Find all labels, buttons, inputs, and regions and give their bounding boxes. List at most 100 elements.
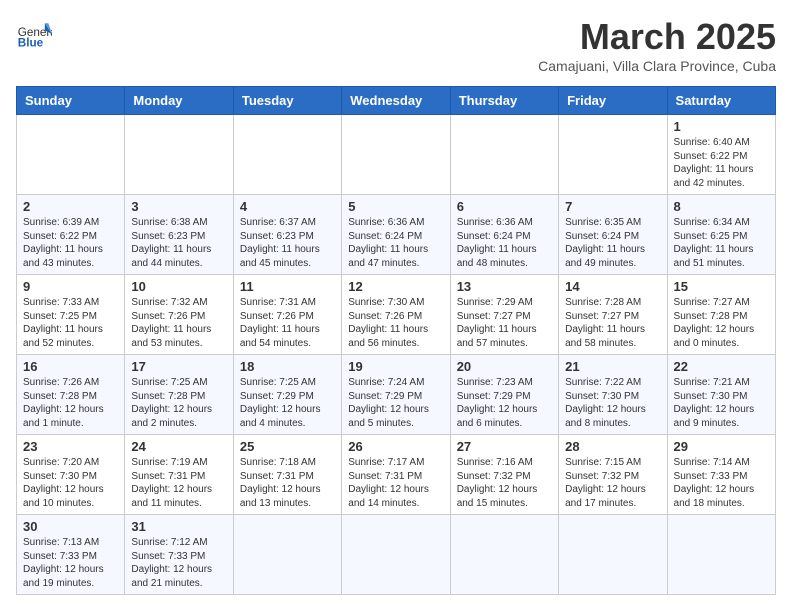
calendar-week-5: 23Sunrise: 7:20 AM Sunset: 7:30 PM Dayli…: [17, 435, 776, 515]
day-info: Sunrise: 6:38 AM Sunset: 6:23 PM Dayligh…: [131, 216, 226, 270]
day-info: Sunrise: 7:27 AM Sunset: 7:28 PM Dayligh…: [674, 296, 769, 350]
day-info: Sunrise: 7:21 AM Sunset: 7:30 PM Dayligh…: [674, 376, 769, 430]
day-info: Sunrise: 7:23 AM Sunset: 7:29 PM Dayligh…: [457, 376, 552, 430]
calendar-week-3: 9Sunrise: 7:33 AM Sunset: 7:25 PM Daylig…: [17, 275, 776, 355]
calendar-cell: 19 Sunrise: 7:24 AM Sunset: 7:29 PM Dayli…: [342, 355, 450, 435]
calendar-cell: 15Sunrise: 7:27 AM Sunset: 7:28 PM Dayli…: [667, 275, 775, 355]
calendar-cell: 28 Sunrise: 7:15 AM Sunset: 7:32 PM Dayli…: [559, 435, 667, 515]
day-number: 22: [674, 359, 769, 374]
calendar-cell: 17 Sunrise: 7:25 AM Sunset: 7:28 PM Dayli…: [125, 355, 233, 435]
title-area: March 2025 Camajuani, Villa Clara Provin…: [538, 16, 776, 74]
logo-icon: General Blue: [16, 16, 52, 52]
day-info: Sunrise: 7:18 AM Sunset: 7:31 PM Dayligh…: [240, 456, 335, 510]
day-number: 30: [23, 519, 118, 534]
day-number: 13: [457, 279, 552, 294]
calendar-cell: 9Sunrise: 7:33 AM Sunset: 7:25 PM Daylig…: [17, 275, 125, 355]
day-info: Sunrise: 7:14 AM Sunset: 7:33 PM Dayligh…: [674, 456, 769, 510]
day-number: 3: [131, 199, 226, 214]
day-info: Sunrise: 7:20 AM Sunset: 7:30 PM Dayligh…: [23, 456, 118, 510]
header: General Blue March 2025 Camajuani, Villa…: [16, 16, 776, 74]
day-info: Sunrise: 6:34 AM Sunset: 6:25 PM Dayligh…: [674, 216, 769, 270]
day-info: Sunrise: 7:28 AM Sunset: 7:27 PM Dayligh…: [565, 296, 660, 350]
day-number: 18: [240, 359, 335, 374]
calendar-cell: 25 Sunrise: 7:18 AM Sunset: 7:31 PM Dayli…: [233, 435, 341, 515]
day-number: 9: [23, 279, 118, 294]
day-info: Sunrise: 7:19 AM Sunset: 7:31 PM Dayligh…: [131, 456, 226, 510]
day-number: 25: [240, 439, 335, 454]
calendar-cell: 29Sunrise: 7:14 AM Sunset: 7:33 PM Dayli…: [667, 435, 775, 515]
calendar-cell: [17, 115, 125, 195]
day-info: Sunrise: 7:29 AM Sunset: 7:27 PM Dayligh…: [457, 296, 552, 350]
col-tuesday: Tuesday: [233, 87, 341, 115]
calendar-header-row: Sunday Monday Tuesday Wednesday Thursday…: [17, 87, 776, 115]
day-info: Sunrise: 7:24 AM Sunset: 7:29 PM Dayligh…: [348, 376, 443, 430]
calendar-cell: 27 Sunrise: 7:16 AM Sunset: 7:32 PM Dayli…: [450, 435, 558, 515]
day-info: Sunrise: 6:35 AM Sunset: 6:24 PM Dayligh…: [565, 216, 660, 270]
calendar-cell: [559, 515, 667, 595]
day-number: 31: [131, 519, 226, 534]
col-sunday: Sunday: [17, 87, 125, 115]
calendar-week-2: 2Sunrise: 6:39 AM Sunset: 6:22 PM Daylig…: [17, 195, 776, 275]
day-info: Sunrise: 7:25 AM Sunset: 7:28 PM Dayligh…: [131, 376, 226, 430]
calendar-week-4: 16 Sunrise: 7:26 AM Sunset: 7:28 PM Dayli…: [17, 355, 776, 435]
day-number: 28: [565, 439, 660, 454]
calendar-cell: 3 Sunrise: 6:38 AM Sunset: 6:23 PM Daylig…: [125, 195, 233, 275]
day-number: 7: [565, 199, 660, 214]
calendar-cell: [125, 115, 233, 195]
day-info: Sunrise: 7:16 AM Sunset: 7:32 PM Dayligh…: [457, 456, 552, 510]
calendar-cell: 13 Sunrise: 7:29 AM Sunset: 7:27 PM Dayli…: [450, 275, 558, 355]
day-info: Sunrise: 7:12 AM Sunset: 7:33 PM Dayligh…: [131, 536, 226, 590]
day-number: 12: [348, 279, 443, 294]
calendar-cell: [667, 515, 775, 595]
calendar-table: Sunday Monday Tuesday Wednesday Thursday…: [16, 86, 776, 595]
col-saturday: Saturday: [667, 87, 775, 115]
day-number: 26: [348, 439, 443, 454]
day-number: 27: [457, 439, 552, 454]
calendar-cell: 22 Sunrise: 7:21 AM Sunset: 7:30 PM Dayli…: [667, 355, 775, 435]
day-number: 10: [131, 279, 226, 294]
day-number: 16: [23, 359, 118, 374]
day-number: 14: [565, 279, 660, 294]
calendar-cell: 23Sunrise: 7:20 AM Sunset: 7:30 PM Dayli…: [17, 435, 125, 515]
day-number: 24: [131, 439, 226, 454]
calendar-cell: [342, 115, 450, 195]
day-number: 20: [457, 359, 552, 374]
day-info: Sunrise: 6:37 AM Sunset: 6:23 PM Dayligh…: [240, 216, 335, 270]
calendar-cell: 10 Sunrise: 7:32 AM Sunset: 7:26 PM Dayli…: [125, 275, 233, 355]
day-info: Sunrise: 6:40 AM Sunset: 6:22 PM Dayligh…: [674, 136, 769, 190]
calendar-cell: 20 Sunrise: 7:23 AM Sunset: 7:29 PM Dayli…: [450, 355, 558, 435]
day-number: 17: [131, 359, 226, 374]
day-info: Sunrise: 7:15 AM Sunset: 7:32 PM Dayligh…: [565, 456, 660, 510]
day-number: 8: [674, 199, 769, 214]
calendar-week-1: 1Sunrise: 6:40 AM Sunset: 6:22 PM Daylig…: [17, 115, 776, 195]
logo: General Blue: [16, 16, 52, 52]
calendar-cell: 11 Sunrise: 7:31 AM Sunset: 7:26 PM Dayli…: [233, 275, 341, 355]
calendar-cell: 4Sunrise: 6:37 AM Sunset: 6:23 PM Daylig…: [233, 195, 341, 275]
calendar-cell: 18Sunrise: 7:25 AM Sunset: 7:29 PM Dayli…: [233, 355, 341, 435]
col-friday: Friday: [559, 87, 667, 115]
day-number: 11: [240, 279, 335, 294]
calendar-cell: 12Sunrise: 7:30 AM Sunset: 7:26 PM Dayli…: [342, 275, 450, 355]
day-number: 19: [348, 359, 443, 374]
col-thursday: Thursday: [450, 87, 558, 115]
calendar-cell: 30Sunrise: 7:13 AM Sunset: 7:33 PM Dayli…: [17, 515, 125, 595]
calendar-cell: [450, 515, 558, 595]
day-info: Sunrise: 7:17 AM Sunset: 7:31 PM Dayligh…: [348, 456, 443, 510]
svg-text:Blue: Blue: [18, 37, 44, 50]
day-number: 5: [348, 199, 443, 214]
day-info: Sunrise: 7:31 AM Sunset: 7:26 PM Dayligh…: [240, 296, 335, 350]
calendar-cell: 8 Sunrise: 6:34 AM Sunset: 6:25 PM Daylig…: [667, 195, 775, 275]
col-wednesday: Wednesday: [342, 87, 450, 115]
calendar-cell: [233, 115, 341, 195]
calendar-cell: 1Sunrise: 6:40 AM Sunset: 6:22 PM Daylig…: [667, 115, 775, 195]
calendar-cell: 26 Sunrise: 7:17 AM Sunset: 7:31 PM Dayli…: [342, 435, 450, 515]
calendar-cell: 31 Sunrise: 7:12 AM Sunset: 7:33 PM Dayli…: [125, 515, 233, 595]
calendar-cell: 6Sunrise: 6:36 AM Sunset: 6:24 PM Daylig…: [450, 195, 558, 275]
calendar-cell: 7 Sunrise: 6:35 AM Sunset: 6:24 PM Daylig…: [559, 195, 667, 275]
day-info: Sunrise: 6:36 AM Sunset: 6:24 PM Dayligh…: [457, 216, 552, 270]
calendar-cell: [342, 515, 450, 595]
day-info: Sunrise: 7:26 AM Sunset: 7:28 PM Dayligh…: [23, 376, 118, 430]
day-info: Sunrise: 7:32 AM Sunset: 7:26 PM Dayligh…: [131, 296, 226, 350]
day-number: 2: [23, 199, 118, 214]
day-info: Sunrise: 7:22 AM Sunset: 7:30 PM Dayligh…: [565, 376, 660, 430]
